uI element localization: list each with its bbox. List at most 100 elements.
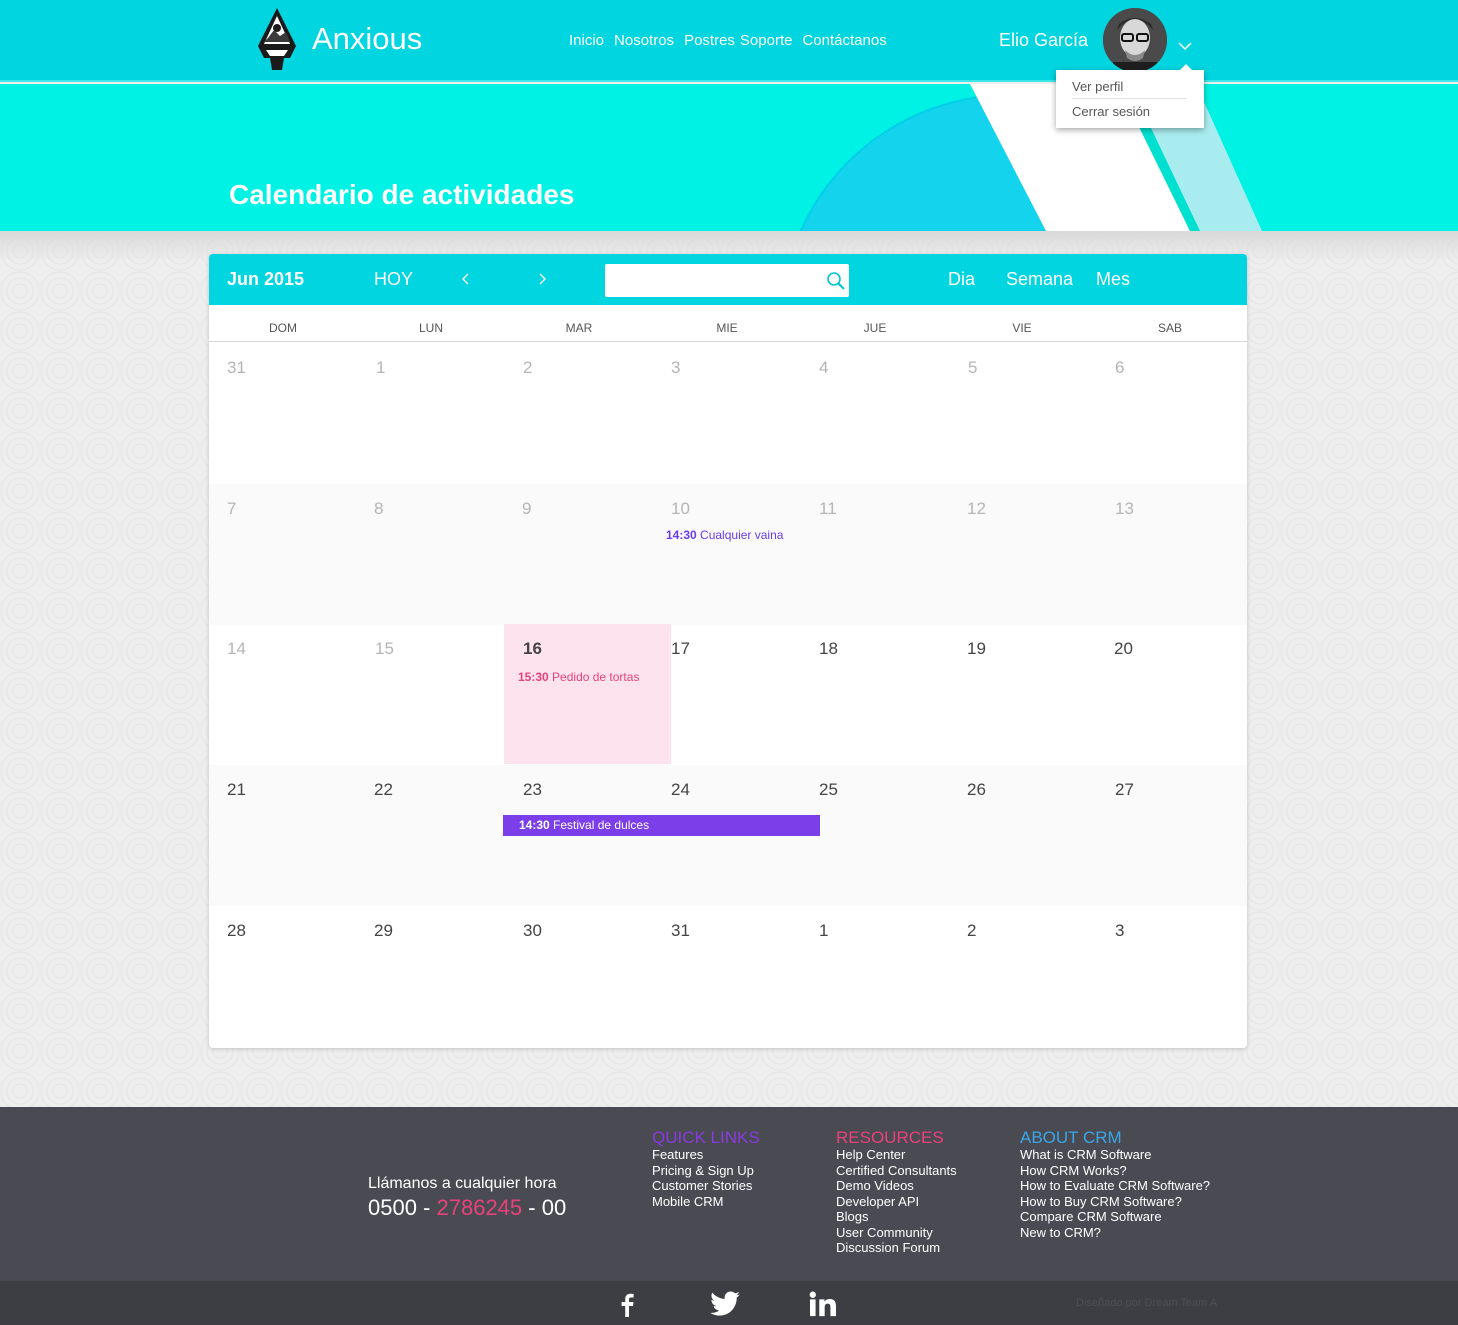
calendar-week: 14 15 16 17 18 19 20 15:30 Pedido de tor…	[209, 624, 1247, 765]
linkedin-icon[interactable]	[808, 1291, 838, 1317]
day-cell[interactable]: 17	[671, 639, 690, 659]
footer-link[interactable]: Help Center	[836, 1147, 957, 1163]
facebook-icon[interactable]	[618, 1291, 636, 1317]
footer-link[interactable]: What is CRM Software	[1020, 1147, 1210, 1163]
calendar-week: 21 22 23 24 25 26 27 14:30 Festival de d…	[209, 765, 1247, 906]
footer-link[interactable]: Blogs	[836, 1209, 957, 1225]
event-time: 14:30	[666, 528, 697, 542]
footer-link[interactable]: How CRM Works?	[1020, 1163, 1210, 1179]
weekday-lun: LUN	[418, 321, 443, 335]
user-name[interactable]: Elio García	[999, 30, 1088, 51]
day-cell[interactable]: 2	[523, 358, 532, 378]
footer-link[interactable]: Pricing & Sign Up	[652, 1163, 760, 1179]
prev-month-icon[interactable]	[459, 271, 473, 287]
menu-view-profile[interactable]: Ver perfil	[1072, 79, 1123, 94]
menu-divider	[1072, 98, 1186, 99]
day-cell[interactable]: 1	[819, 921, 828, 941]
day-cell[interactable]: 3	[1115, 921, 1124, 941]
day-cell[interactable]: 22	[374, 780, 393, 800]
footer-link[interactable]: Compare CRM Software	[1020, 1209, 1210, 1225]
day-cell[interactable]: 10	[671, 499, 690, 519]
day-cell[interactable]: 23	[523, 780, 542, 800]
day-cell[interactable]: 21	[227, 780, 246, 800]
day-cell-today[interactable]: 16	[523, 639, 542, 659]
calendar-week: 31 1 2 3 4 5 6	[209, 343, 1247, 484]
footer-link[interactable]: Developer API	[836, 1194, 957, 1210]
nav-soporte[interactable]: Soporte	[740, 32, 793, 49]
nav-contactanos[interactable]: Contáctanos	[802, 32, 886, 49]
day-cell[interactable]: 15	[375, 639, 394, 659]
footer-link[interactable]: Customer Stories	[652, 1178, 760, 1194]
brand-name[interactable]: Anxious	[312, 21, 422, 57]
day-cell[interactable]: 6	[1115, 358, 1124, 378]
nav-inicio[interactable]: Inicio	[569, 32, 604, 49]
calendar-search-input[interactable]	[605, 264, 849, 297]
footer-link[interactable]: User Community	[836, 1225, 957, 1241]
arrowhead-logo-icon[interactable]	[254, 6, 300, 74]
day-cell[interactable]: 4	[819, 358, 828, 378]
footer-link[interactable]: Demo Videos	[836, 1178, 957, 1194]
weekday-mar: MAR	[565, 321, 593, 335]
footer: Llámanos a cualquier hora 0500 - 2786245…	[0, 1107, 1458, 1281]
phone-main: 2786245	[436, 1195, 523, 1220]
menu-logout[interactable]: Cerrar sesión	[1072, 104, 1150, 119]
weekday-vie: VIE	[1012, 321, 1032, 335]
view-month-button[interactable]: Mes	[1096, 269, 1130, 290]
footer-link[interactable]: Discussion Forum	[836, 1240, 957, 1256]
view-week-button[interactable]: Semana	[1006, 269, 1073, 290]
twitter-icon[interactable]	[708, 1291, 742, 1317]
day-cell[interactable]: 11	[819, 499, 837, 519]
day-cell[interactable]: 31	[671, 921, 690, 941]
footer-bottom-bar: Diseñado por Dream Team A	[0, 1281, 1458, 1325]
footer-column-title: ABOUT CRM	[1020, 1128, 1122, 1147]
event-festival-de-dulces[interactable]: 14:30 Festival de dulces	[503, 815, 820, 836]
day-cell[interactable]: 20	[1114, 639, 1133, 659]
day-cell[interactable]: 7	[227, 499, 236, 519]
chevron-down-icon[interactable]	[1177, 38, 1193, 54]
footer-link[interactable]: Features	[652, 1147, 760, 1163]
day-cell[interactable]: 30	[523, 921, 542, 941]
event-title: Pedido de tortas	[552, 670, 640, 684]
day-cell[interactable]: 1	[376, 358, 385, 378]
next-month-icon[interactable]	[535, 271, 549, 287]
calendar-week: 28 29 30 31 1 2 3	[209, 906, 1247, 1047]
day-cell[interactable]: 28	[227, 921, 246, 941]
day-cell[interactable]: 8	[374, 499, 383, 519]
nav-postres[interactable]: Postres	[684, 32, 735, 49]
day-cell[interactable]: 9	[522, 499, 531, 519]
phone-prefix: 0500 -	[368, 1195, 437, 1220]
day-cell[interactable]: 24	[671, 780, 690, 800]
footer-about-crm: ABOUT CRM What is CRM Software How CRM W…	[1020, 1129, 1210, 1240]
day-cell[interactable]: 2	[967, 921, 976, 941]
search-icon[interactable]	[825, 270, 847, 292]
footer-link[interactable]: How to Buy CRM Software?	[1020, 1194, 1210, 1210]
event-cualquier-vaina[interactable]: 14:30 Cualquier vaina	[666, 528, 783, 542]
footer-link[interactable]: How to Evaluate CRM Software?	[1020, 1178, 1210, 1194]
nav-nosotros[interactable]: Nosotros	[614, 32, 674, 49]
footer-link[interactable]: New to CRM?	[1020, 1225, 1210, 1241]
day-cell[interactable]: 18	[819, 639, 838, 659]
phone-suffix: - 00	[522, 1195, 567, 1220]
day-cell[interactable]: 25	[819, 780, 838, 800]
day-cell[interactable]: 19	[967, 639, 986, 659]
day-cell[interactable]: 26	[967, 780, 986, 800]
day-cell[interactable]: 29	[374, 921, 393, 941]
footer-link[interactable]: Mobile CRM	[652, 1194, 760, 1210]
day-cell[interactable]: 3	[671, 358, 680, 378]
weekday-sab: SAB	[1157, 321, 1182, 335]
footer-link[interactable]: Certified Consultants	[836, 1163, 957, 1179]
day-cell[interactable]: 12	[967, 499, 986, 519]
calendar: Jun 2015 HOY Dia Semana Mes DOM LUN MAR …	[209, 254, 1247, 1048]
day-cell[interactable]: 13	[1115, 499, 1134, 519]
day-cell[interactable]: 27	[1115, 780, 1134, 800]
view-day-button[interactable]: Dia	[948, 269, 975, 290]
event-pedido-de-tortas[interactable]: 15:30 Pedido de tortas	[518, 670, 639, 684]
day-cell[interactable]: 14	[227, 639, 246, 659]
today-button[interactable]: HOY	[374, 269, 413, 290]
day-cell[interactable]: 31	[227, 358, 246, 378]
current-month-label: Jun 2015	[227, 269, 305, 289]
day-cell[interactable]: 5	[968, 358, 977, 378]
avatar[interactable]	[1103, 8, 1167, 72]
footer-quick-links: QUICK LINKS Features Pricing & Sign Up C…	[652, 1129, 760, 1209]
weekday-jue: JUE	[863, 321, 887, 335]
